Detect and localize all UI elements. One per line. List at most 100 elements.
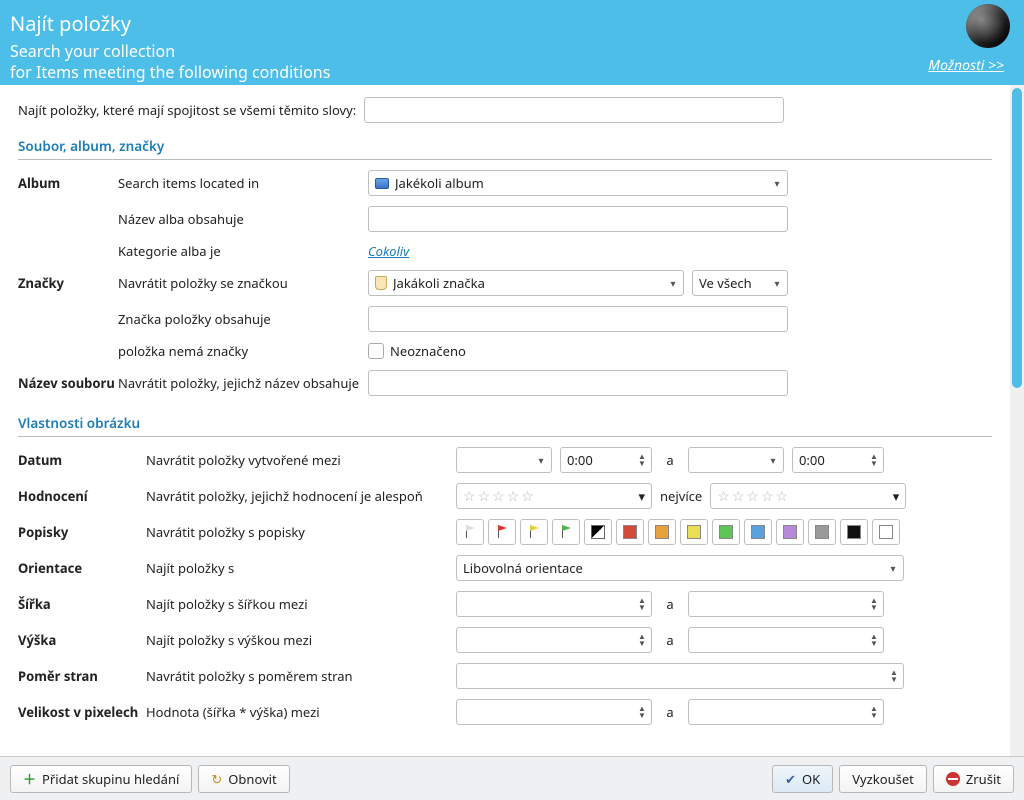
try-button[interactable]: Vyzkoušet xyxy=(839,765,927,793)
time-from-spin[interactable]: 0:00▲▼ xyxy=(560,447,652,473)
date-to-combo[interactable]: ▾ xyxy=(688,447,784,473)
pixelsize-label: Velikost v pixelech xyxy=(18,703,146,721)
width-min-spin[interactable]: ▲▼ xyxy=(456,591,652,617)
rating-max-combo[interactable]: ☆☆☆☆☆ ▾ xyxy=(710,483,906,509)
chevron-down-icon: ▾ xyxy=(771,176,783,190)
album-name-desc: Název alba obsahuje xyxy=(118,210,368,228)
width-label: Šířka xyxy=(18,595,146,613)
album-located-desc: Search items located in xyxy=(118,174,368,192)
untagged-label: Neoznačeno xyxy=(390,342,466,360)
time-to-spin[interactable]: 0:00▲▼ xyxy=(792,447,884,473)
chevron-down-icon: ▾ xyxy=(535,453,547,467)
keyword-label: Najít položky, které mají spojitost se v… xyxy=(18,101,356,119)
pixelsize-desc: Hodnota (šířka * výška) mezi xyxy=(146,703,456,721)
height-desc: Najít položky s výškou mezi xyxy=(146,631,456,649)
star-icon: ☆ xyxy=(521,487,534,506)
tag-icon xyxy=(375,276,387,290)
rating-desc: Navrátit položky, jejichž hodnocení je a… xyxy=(146,487,456,505)
star-icon: ☆ xyxy=(776,487,789,506)
and-label: a xyxy=(660,451,680,469)
star-icon: ☆ xyxy=(761,487,774,506)
height-max-spin[interactable]: ▲▼ xyxy=(688,627,884,653)
color-swatch[interactable] xyxy=(776,519,804,545)
color-swatch[interactable] xyxy=(712,519,740,545)
section-rule xyxy=(18,436,992,437)
pixelsize-max-spin[interactable]: ▲▼ xyxy=(688,699,884,725)
orientation-label: Orientace xyxy=(18,559,146,577)
header-title: Najít položky xyxy=(10,10,1008,37)
chevron-down-icon: ▾ xyxy=(771,276,783,290)
color-swatch[interactable] xyxy=(840,519,868,545)
pick-flag-white[interactable] xyxy=(456,519,484,545)
footer: ＋ Přidat skupinu hledání ↻ Obnovit ✔ OK … xyxy=(0,756,1024,800)
content-area: Najít položky, které mají spojitost se v… xyxy=(0,85,1010,756)
keyword-row: Najít položky, které mají spojitost se v… xyxy=(18,97,992,123)
tag-contains-desc: Značka položky obsahuje xyxy=(118,310,368,328)
aspect-desc: Navrátit položky s poměrem stran xyxy=(146,667,456,685)
date-desc: Navrátit položky vytvořené mezi xyxy=(146,451,456,469)
camera-lens-icon xyxy=(966,4,1010,48)
chevron-down-icon: ▾ xyxy=(887,561,899,575)
keyword-input[interactable] xyxy=(364,97,784,123)
star-icon: ☆ xyxy=(463,487,476,506)
refresh-button[interactable]: ↻ Obnovit xyxy=(198,765,289,793)
height-label: Výška xyxy=(18,631,146,649)
height-min-spin[interactable]: ▲▼ xyxy=(456,627,652,653)
options-link[interactable]: Možnosti >> xyxy=(928,56,1004,75)
pick-flag-red[interactable] xyxy=(488,519,516,545)
color-swatch[interactable] xyxy=(872,519,900,545)
aspect-spin[interactable]: ▲▼ xyxy=(456,663,904,689)
plus-icon: ＋ xyxy=(23,769,36,788)
album-category-link[interactable]: Cokoliv xyxy=(368,242,409,260)
scrollbar-thumb[interactable] xyxy=(1012,88,1022,388)
star-icon: ☆ xyxy=(492,487,505,506)
untagged-checkbox[interactable]: Neoznačeno xyxy=(368,342,466,360)
section-image-props: Vlastnosti obrázku xyxy=(18,414,992,432)
pick-flag-bw[interactable] xyxy=(584,519,612,545)
star-icon: ☆ xyxy=(478,487,491,506)
header-subtitle: Search your collection for Items meeting… xyxy=(10,41,1008,83)
album-name-input[interactable] xyxy=(368,206,788,232)
pixelsize-min-spin[interactable]: ▲▼ xyxy=(456,699,652,725)
width-desc: Najít položky s šířkou mezi xyxy=(146,595,456,613)
star-icon: ☆ xyxy=(732,487,745,506)
chevron-down-icon: ▾ xyxy=(767,453,779,467)
cancel-icon xyxy=(946,772,960,786)
tag-none-desc: položka nemá značky xyxy=(118,342,368,360)
filename-input[interactable] xyxy=(368,370,788,396)
date-from-combo[interactable]: ▾ xyxy=(456,447,552,473)
album-combo[interactable]: Jakékoli album ▾ xyxy=(368,170,788,196)
tag-scope-combo[interactable]: Ve všech ▾ xyxy=(692,270,788,296)
filename-desc: Navrátit položky, jejichž název obsahuje xyxy=(118,374,368,392)
atmost-label: nejvíce xyxy=(660,487,702,505)
color-swatch[interactable] xyxy=(616,519,644,545)
tags-return-desc: Navrátit položky se značkou xyxy=(118,274,368,292)
and-label: a xyxy=(660,595,680,613)
cancel-button[interactable]: Zrušit xyxy=(933,765,1014,793)
tag-contains-input[interactable] xyxy=(368,306,788,332)
star-icon: ☆ xyxy=(507,487,520,506)
labels-label: Popisky xyxy=(18,523,146,541)
ok-button[interactable]: ✔ OK xyxy=(772,765,833,793)
rating-min-combo[interactable]: ☆☆☆☆☆ ▾ xyxy=(456,483,652,509)
and-label: a xyxy=(660,631,680,649)
add-search-group-button[interactable]: ＋ Přidat skupinu hledání xyxy=(10,765,192,793)
rating-label: Hodnocení xyxy=(18,487,146,505)
star-icon: ☆ xyxy=(717,487,730,506)
orientation-combo[interactable]: Libovolná orientace ▾ xyxy=(456,555,904,581)
color-swatch[interactable] xyxy=(648,519,676,545)
check-icon: ✔ xyxy=(785,770,796,788)
tag-combo[interactable]: Jakákoli značka ▾ xyxy=(368,270,684,296)
header: Najít položky Search your collection for… xyxy=(0,0,1024,85)
color-swatch[interactable] xyxy=(808,519,836,545)
chevron-down-icon: ▾ xyxy=(667,276,679,290)
width-max-spin[interactable]: ▲▼ xyxy=(688,591,884,617)
pick-flag-green[interactable] xyxy=(552,519,580,545)
section-rule xyxy=(18,159,992,160)
bw-icon xyxy=(591,525,605,539)
color-swatch[interactable] xyxy=(680,519,708,545)
pick-flag-yellow[interactable] xyxy=(520,519,548,545)
color-swatch[interactable] xyxy=(744,519,772,545)
orientation-desc: Najít položky s xyxy=(146,559,456,577)
album-label: Album xyxy=(18,174,118,192)
